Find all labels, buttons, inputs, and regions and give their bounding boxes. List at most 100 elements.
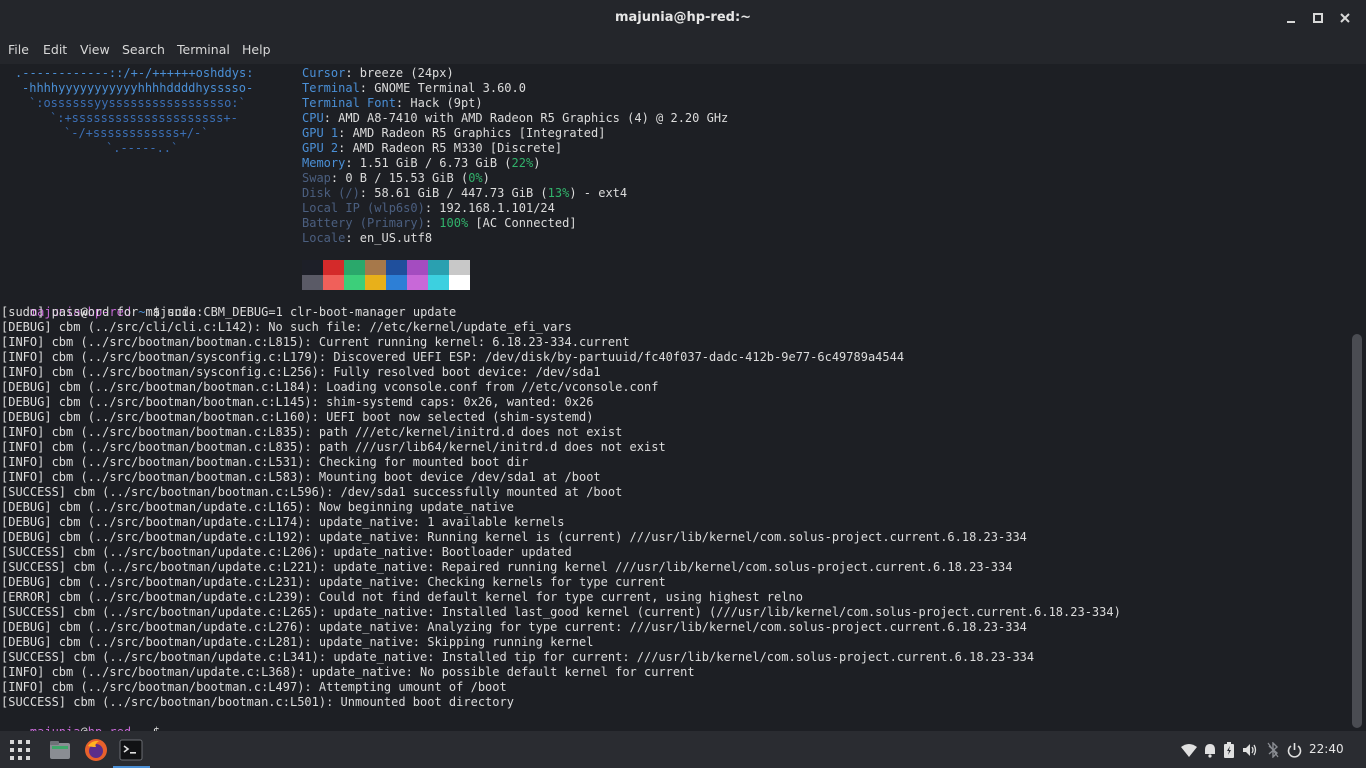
sysinfo-value: : AMD Radeon R5 Graphics [Integrated] [338,126,606,140]
menu-edit[interactable]: Edit [43,42,67,57]
output-line: [INFO] cbm (../src/bootman/sysconfig.c:L… [1,350,905,364]
command-text: sudo CBM_DEBUG=1 clr-boot-manager update [167,305,457,319]
volume-icon[interactable] [1242,742,1258,758]
sysinfo-line: Swap: 0 B / 15.53 GiB (0%) [302,171,490,186]
file-manager-icon[interactable] [48,738,72,762]
output-line: [DEBUG] cbm (../src/bootman/bootman.c:L1… [1,380,659,394]
output-line: [DEBUG] cbm (../src/bootman/bootman.c:L1… [1,395,594,409]
maximize-icon [1313,13,1323,23]
output-line: [INFO] cbm (../src/bootman/bootman.c:L83… [1,425,623,439]
terminal-scrollbar[interactable] [1352,334,1362,728]
output-line: [SUCCESS] cbm (../src/bootman/bootman.c:… [1,485,623,499]
sysinfo-label: GPU 1 [302,126,339,140]
terminal-icon[interactable] [119,738,143,762]
minimize-icon [1287,21,1295,23]
palette-swatch [323,275,344,290]
sysinfo-line: Terminal Font: Hack (9pt) [302,96,483,111]
sysinfo-line: Locale: en_US.utf8 [302,231,432,246]
sysinfo-label: Terminal [302,81,360,95]
sysinfo-line: GPU 2: AMD Radeon R5 M330 [Discrete] [302,141,562,156]
sysinfo-value: : 58.61 GiB / 447.73 GiB ( [359,186,548,200]
output-line: [INFO] cbm (../src/bootman/bootman.c:L49… [1,680,507,694]
output-line: [DEBUG] cbm (../src/cli/cli.c:L142): No … [1,320,572,334]
sysinfo-line: Battery (Primary): 100% [AC Connected] [302,216,577,231]
sysinfo-label: Local IP (wlp6s0) [302,201,425,215]
palette-swatch [323,260,344,275]
palette-swatch [386,260,407,275]
sysinfo-line: Disk (/): 58.61 GiB / 447.73 GiB (13%) -… [302,186,627,201]
sysinfo-tail: ) - ext4 [569,186,628,200]
menu-file[interactable]: File [8,42,29,57]
menu-search[interactable]: Search [122,42,165,57]
palette-swatch [407,275,428,290]
sysinfo-value: : Hack (9pt) [395,96,483,110]
battery-icon[interactable] [1221,742,1237,758]
logo-line: `.-----..` [106,141,179,155]
sysinfo-value: : 192.168.1.101/24 [424,201,555,215]
output-line: [DEBUG] cbm (../src/bootman/update.c:L17… [1,515,565,529]
menu-help[interactable]: Help [242,42,271,57]
terminal-area[interactable]: .------------::/+-/++++++oshddys: -hhhhy… [0,64,1350,739]
taskbar: 22:40 [0,731,1366,768]
sysinfo-label: Disk (/) [302,186,360,200]
palette-swatch [365,260,386,275]
sysinfo-line: Local IP (wlp6s0): 192.168.1.101/24 [302,201,555,216]
sysinfo-line: GPU 1: AMD Radeon R5 Graphics [Integrate… [302,126,605,141]
logo-line: .------------::/+-/++++++oshddys: [15,66,254,80]
sysinfo-value: : GNOME Terminal 3.60.0 [359,81,526,95]
sysinfo-percent: 22% [511,156,534,170]
window-titlebar: majunia@hp-red:~ [0,0,1366,36]
sysinfo-line: Terminal: GNOME Terminal 3.60.0 [302,81,526,96]
palette-swatch [365,275,386,290]
sysinfo-tail: [AC Connected] [468,216,577,230]
palette-swatch [428,260,449,275]
output-line: [INFO] cbm (../src/bootman/bootman.c:L58… [1,470,601,484]
firefox-icon[interactable] [84,738,108,762]
output-line: [SUCCESS] cbm (../src/bootman/update.c:L… [1,545,572,559]
sysinfo-label: Memory [302,156,346,170]
output-line: [INFO] cbm (../src/bootman/sysconfig.c:L… [1,365,601,379]
output-line: [DEBUG] cbm (../src/bootman/update.c:L19… [1,530,1027,544]
output-line: [DEBUG] cbm (../src/bootman/update.c:L28… [1,635,594,649]
maximize-button[interactable] [1307,7,1329,29]
output-line: [DEBUG] cbm (../src/bootman/update.c:L23… [1,575,666,589]
sysinfo-tail: ) [482,171,490,185]
output-line: [DEBUG] cbm (../src/bootman/update.c:L27… [1,620,1027,634]
power-icon[interactable] [1286,742,1302,758]
minimize-button[interactable] [1280,7,1302,29]
output-line: [SUCCESS] cbm (../src/bootman/bootman.c:… [1,695,514,709]
palette-swatch [386,275,407,290]
sysinfo-percent: 13% [547,186,570,200]
sysinfo-line: Memory: 1.51 GiB / 6.73 GiB (22%) [302,156,540,171]
menu-view[interactable]: View [80,42,110,57]
close-icon [1340,13,1350,23]
wifi-icon[interactable] [1181,742,1197,758]
menu-terminal[interactable]: Terminal [177,42,230,57]
sysinfo-label: Terminal Font [302,96,396,110]
sysinfo-percent: 0% [468,171,483,185]
palette-swatch [302,275,323,290]
output-line: [INFO] cbm (../src/bootman/bootman.c:L81… [1,335,630,349]
output-line: [DEBUG] cbm (../src/bootman/bootman.c:L1… [1,410,594,424]
active-prompt[interactable]: majunia@hp-red ~ $ [1,710,167,739]
sysinfo-percent: 100% [439,216,469,230]
output-line: [INFO] cbm (../src/bootman/update.c:L368… [1,665,695,679]
bluetooth-icon[interactable] [1265,742,1281,758]
sysinfo-tail: ) [533,156,541,170]
sysinfo-value: : AMD Radeon R5 M330 [Discrete] [338,141,563,155]
output-line: [INFO] cbm (../src/bootman/bootman.c:L53… [1,455,529,469]
palette-swatch [449,260,470,275]
logo-line: -hhhhyyyyyyyyyyyhhhhddddhysssso- [22,81,254,95]
output-line: [SUCCESS] cbm (../src/bootman/update.c:L… [1,605,1121,619]
sysinfo-line: Cursor: breeze (24px) [302,66,454,81]
sysinfo-label: Locale [302,231,346,245]
notification-bell-icon[interactable] [1202,742,1218,758]
output-line: [SUCCESS] cbm (../src/bootman/update.c:L… [1,650,1035,664]
close-button[interactable] [1334,7,1356,29]
clock[interactable]: 22:40 [1309,742,1344,756]
sysinfo-line: CPU: AMD A8-7410 with AMD Radeon R5 Grap… [302,111,728,126]
palette-swatch [344,260,365,275]
palette-swatch [302,260,323,275]
app-grid-icon[interactable] [8,738,32,762]
palette-swatch [428,275,449,290]
